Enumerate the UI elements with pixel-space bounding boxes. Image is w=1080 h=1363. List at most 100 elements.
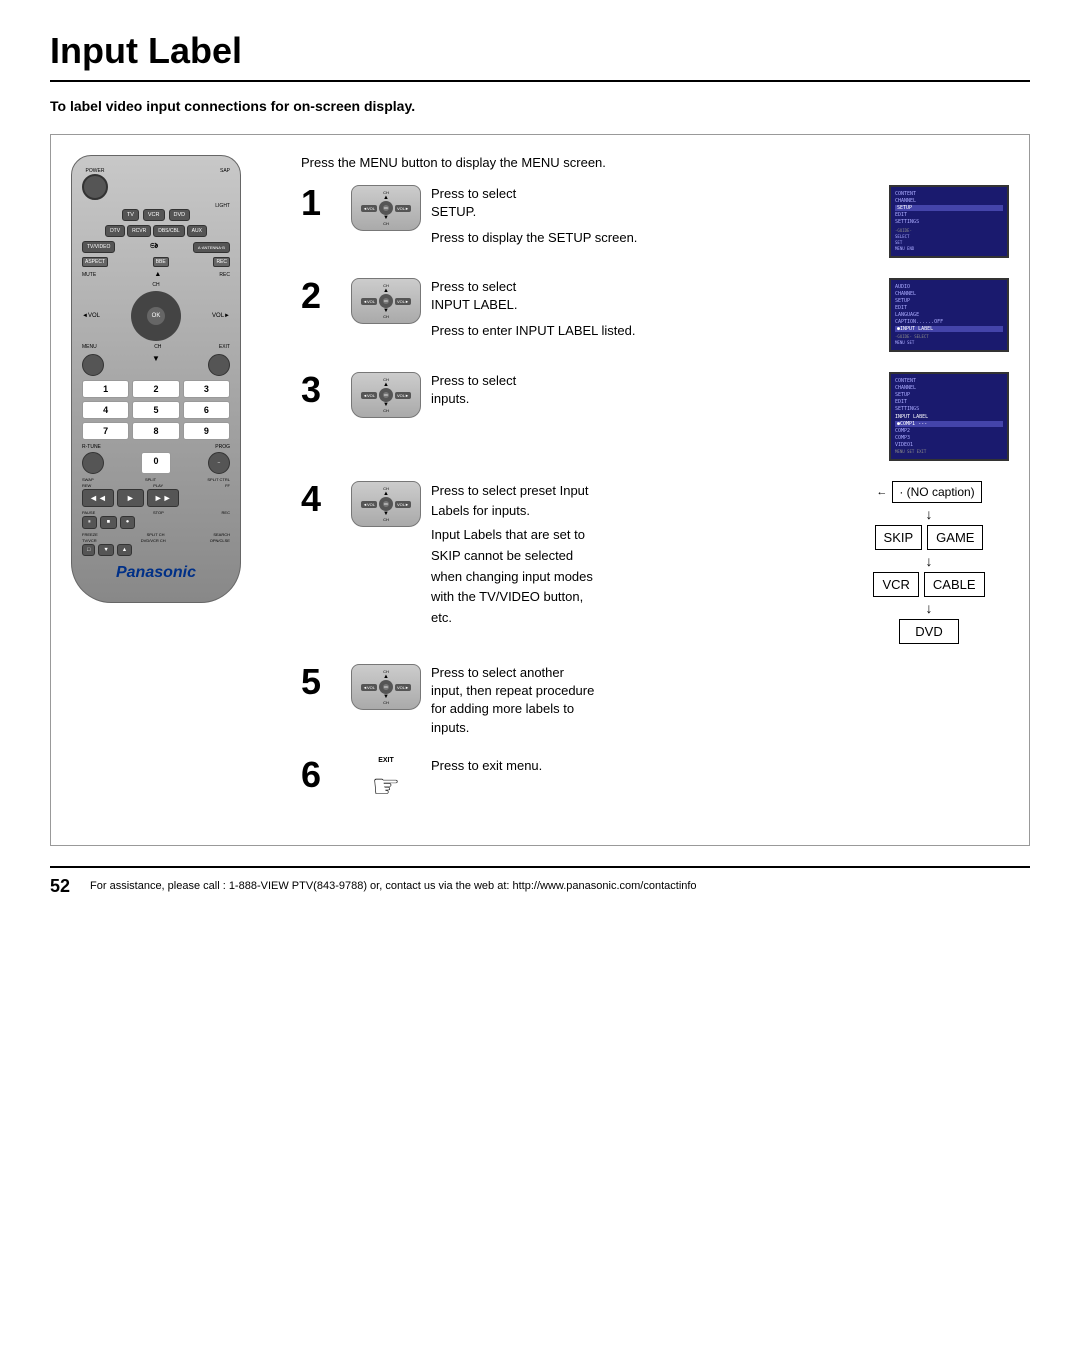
split-ch-button[interactable]: ▼ [98,544,113,556]
step-4-subtext: Input Labels that are set to SKIP cannot… [431,525,839,629]
tv-video-button[interactable]: TV/VIDEO [82,241,115,253]
num-4-button[interactable]: 4 [82,401,129,419]
split-ctrl-label: SPLIT CTRL [207,477,230,482]
step-5-text: Press to select another input, then repe… [431,664,1009,737]
ok-button[interactable]: OK [147,307,165,325]
num-1-button[interactable]: 1 [82,380,129,398]
step2-ok-btn[interactable]: OK [379,294,393,308]
step-1-subtext: Press to display the SETUP screen. [431,229,879,247]
pause-button[interactable]: ⏸ [82,516,97,529]
num-3-button[interactable]: 3 [183,380,230,398]
play-button[interactable]: ► [117,489,144,507]
freeze-button[interactable]: □ [82,544,95,556]
dvd-button[interactable]: DVD [169,209,191,221]
main-content: POWER SAP LIGHT TV VCR DVD D [50,134,1030,846]
step-1-row: 1 CH ▲ ◄VOL OK VOL► ▼ C [301,185,1009,258]
step-2-row: 2 CH ▲ ◄VOL OK VOL► ▼ CH [301,278,1009,352]
step-3-text: Press to select inputs. [431,372,879,408]
num-9-button[interactable]: 9 [183,422,230,440]
no-caption-label[interactable]: · (NO caption) [892,481,981,503]
num-8-button[interactable]: 8 [132,422,179,440]
pause-label: PAUSE [82,510,95,515]
opn-cls-label: OPN/CLSE [210,538,230,543]
step-3-mini-remote: CH ▲ ◄VOL OK VOL► ▼ CH [351,372,421,418]
play-label: PLAY [153,483,163,488]
menu-button[interactable] [82,354,104,376]
skip-game-row: SKIP GAME [875,525,984,550]
dbs-cbl-button[interactable]: DBS/CBL [153,225,184,237]
step-5-number: 5 [301,664,341,700]
dtv-button[interactable]: DTV [105,225,125,237]
step-6-text: Press to exit menu. [431,757,1009,775]
vcr-label[interactable]: VCR [873,572,918,597]
num-5-button[interactable]: 5 [132,401,179,419]
mute-label: MUTE [82,272,96,278]
number-grid: 1 2 3 4 5 6 7 8 9 [82,380,230,440]
step-4-number: 4 [301,481,341,517]
vcr-button[interactable]: VCR [143,209,165,221]
exit-hand-icon[interactable]: ☞ [372,767,401,805]
arrow-down-3: ↓ [926,601,933,615]
step-1-number: 1 [301,185,341,221]
skip-label[interactable]: SKIP [875,525,923,550]
exit-label: EXIT [219,344,230,350]
step-6-row: 6 EXIT ☞ Press to exit menu. [301,757,1009,805]
remote-container: POWER SAP LIGHT TV VCR DVD D [71,155,271,825]
r-tune-button[interactable] [82,452,104,474]
prog-button[interactable]: − [208,452,230,474]
num-0-button[interactable]: 0 [141,452,171,474]
rec-button[interactable]: ⏺ [120,516,135,529]
brand-logo: Panasonic [82,564,230,582]
step5-ok-btn[interactable]: OK [379,680,393,694]
stop-label: STOP [153,510,164,515]
rec2-label: REC [219,272,230,278]
step4-ok-btn[interactable]: OK [379,497,393,511]
aspect-button[interactable]: ASPECT [82,257,108,267]
ch-label-top: CH [82,282,230,288]
step-4-text: Press to select preset Input Labels for … [431,481,839,629]
bbe-button[interactable]: BBE [153,257,169,267]
step-3-row: 3 CH ▲ ◄VOL OK VOL► ▼ CH [301,372,1009,461]
step-2-text: Press to select INPUT LABEL. [431,278,879,314]
rew-button[interactable]: ◄◄ [82,489,114,507]
dvd-label[interactable]: DVD [899,619,959,644]
split-label: SPLIT [145,477,156,482]
step-1-screen: CONTENT CHANNEL SETUP EDIT SETTINGS -GUI… [889,185,1009,258]
step-2-screen: AUDIO CHANNEL SETUP EDIT LANGUAGE CAPTIO… [889,278,1009,352]
ch-up-arrow: ▲ [154,271,161,278]
step-6-exit-area: EXIT ☞ [351,757,421,805]
nav-circle: OK [131,291,181,341]
exit-button[interactable] [208,354,230,376]
vcr-cable-row: VCR CABLE [873,572,984,597]
num-6-button[interactable]: 6 [183,401,230,419]
stop-button[interactable]: ■ [100,516,117,529]
sap-label: SAP [220,168,230,174]
ch-down-arrow: ▼ [152,354,160,376]
rec3-label: REC [222,510,230,515]
power-label: POWER [82,168,108,174]
vol-minus-label: ◄VOL [82,313,100,319]
step-2-number: 2 [301,278,341,314]
aux-button[interactable]: AUX [187,225,207,237]
cable-label[interactable]: CABLE [924,572,985,597]
step1-ok-btn[interactable]: OK [379,201,393,215]
step3-ok-btn[interactable]: OK [379,388,393,402]
r-tune-label: R-TUNE [82,444,101,450]
antenna-button[interactable]: A·ANTENNA·B [193,242,230,253]
game-label[interactable]: GAME [927,525,983,550]
search-button[interactable]: ▲ [117,544,132,556]
arrow-down-1: ↓ [926,507,933,521]
exit-text-label: EXIT [378,757,394,764]
subtitle: To label video input connections for on-… [50,98,1030,114]
step-3-screen: CONTENT CHANNEL SETUP EDIT SETTINGS INPU… [889,372,1009,461]
preset-labels: ← · (NO caption) ↓ SKIP GAME ↓ VCR [849,481,1009,644]
ff-button[interactable]: ►► [147,489,179,507]
freeze-label: FREEZE [82,532,98,537]
rcvr-button[interactable]: RCVR [127,225,151,237]
num-7-button[interactable]: 7 [82,422,129,440]
footer-text: For assistance, please call : 1-888-VIEW… [90,880,697,892]
tv-button[interactable]: TV [122,209,139,221]
num-2-button[interactable]: 2 [132,380,179,398]
sd-icon: 𝕾𝖉 [150,243,158,251]
power-button[interactable] [82,174,108,200]
